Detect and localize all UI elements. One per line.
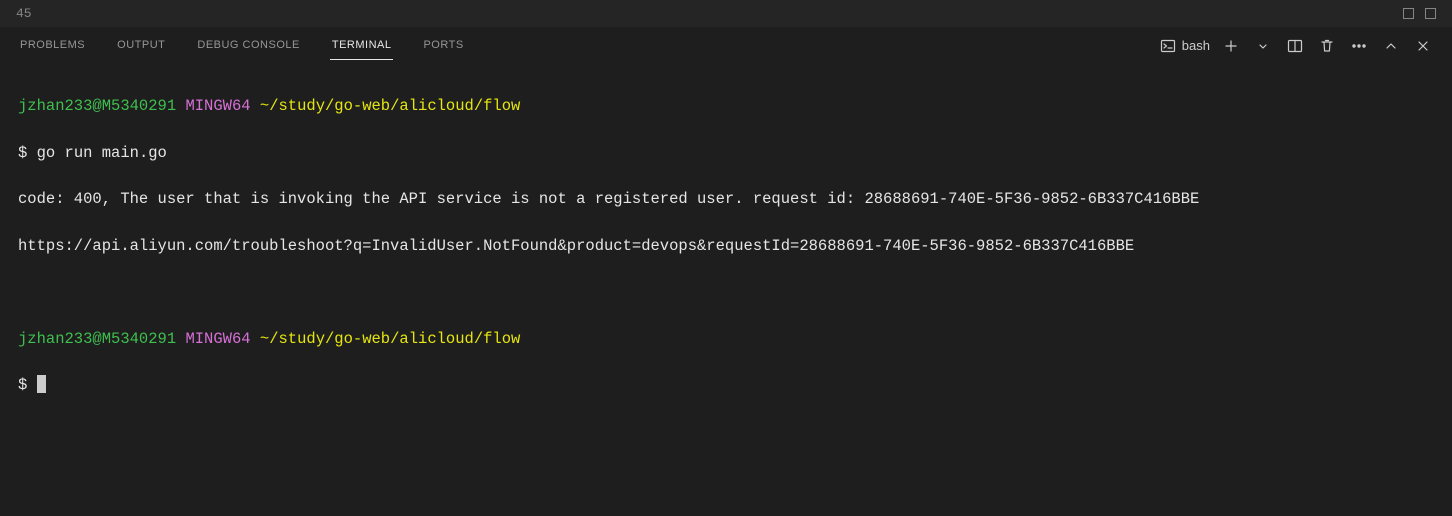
prompt-path: ~/study/go-web/alicloud/flow <box>260 330 520 348</box>
output-line-2: https://api.aliyun.com/troubleshoot?q=In… <box>18 235 1434 258</box>
shell-picker[interactable]: bash <box>1160 38 1210 54</box>
prompt-user: jzhan233@M5340291 <box>18 97 176 115</box>
close-panel-button[interactable] <box>1412 35 1434 57</box>
trash-icon <box>1319 38 1335 54</box>
chevron-up-icon <box>1384 39 1398 53</box>
ellipsis-icon <box>1351 38 1367 54</box>
prompt-env: MINGW64 <box>185 330 250 348</box>
output-line-1: code: 400, The user that is invoking the… <box>18 188 1434 211</box>
split-icon <box>1287 38 1303 54</box>
maximize-panel-button[interactable] <box>1380 35 1402 57</box>
window-minimize-icon[interactable] <box>1425 8 1436 19</box>
tab-debug-console[interactable]: DEBUG CONSOLE <box>195 31 301 60</box>
window-layout-icon[interactable] <box>1403 8 1414 19</box>
terminal-cursor <box>37 375 46 393</box>
close-icon <box>1416 39 1430 53</box>
split-panel-button[interactable] <box>1284 35 1306 57</box>
new-terminal-button[interactable] <box>1220 35 1242 57</box>
tab-ports[interactable]: PORTS <box>421 31 465 60</box>
prompt-user: jzhan233@M5340291 <box>18 330 176 348</box>
split-terminal-dropdown[interactable] <box>1252 35 1274 57</box>
terminal-output[interactable]: jzhan233@M5340291 MINGW64 ~/study/go-web… <box>0 64 1452 429</box>
shell-name: bash <box>1182 38 1210 53</box>
more-actions-button[interactable] <box>1348 35 1370 57</box>
panel-header: PROBLEMS OUTPUT DEBUG CONSOLE TERMINAL P… <box>0 28 1452 64</box>
prompt-symbol: $ <box>18 376 27 394</box>
prompt-env: MINGW64 <box>185 97 250 115</box>
tab-terminal[interactable]: TERMINAL <box>330 31 394 60</box>
prompt-path: ~/study/go-web/alicloud/flow <box>260 97 520 115</box>
command-text: go run main.go <box>37 144 167 162</box>
prompt-symbol: $ <box>18 144 27 162</box>
window-controls <box>1403 8 1436 19</box>
tab-output[interactable]: OUTPUT <box>115 31 167 60</box>
tab-problems[interactable]: PROBLEMS <box>18 31 87 60</box>
panel-tabs: PROBLEMS OUTPUT DEBUG CONSOLE TERMINAL P… <box>18 31 466 60</box>
line-number: 45 <box>16 6 32 21</box>
terminal-icon <box>1160 38 1176 54</box>
kill-terminal-button[interactable] <box>1316 35 1338 57</box>
chevron-down-icon <box>1257 40 1269 52</box>
window-spacer <box>1417 11 1422 16</box>
plus-icon <box>1223 38 1239 54</box>
